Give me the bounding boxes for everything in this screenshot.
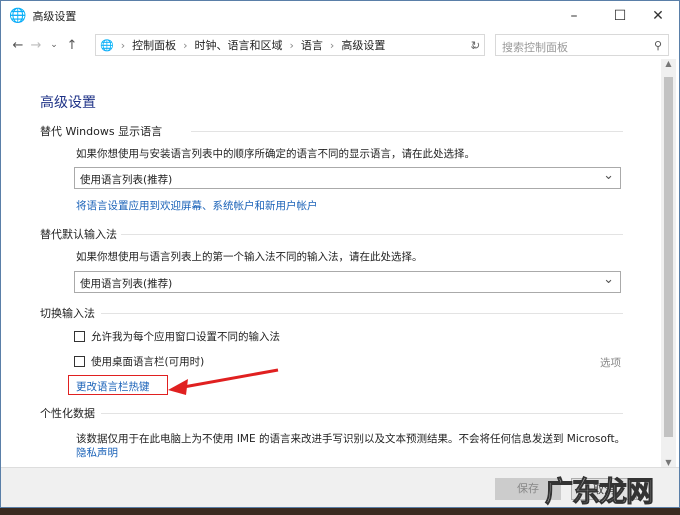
description: 如果你想使用与语言列表上的第一个输入法不同的输入法，请在此处选择。 bbox=[76, 251, 423, 263]
up-icon[interactable]: ↑ bbox=[63, 38, 81, 53]
red-arrow-annotation bbox=[168, 368, 279, 395]
divider bbox=[101, 413, 623, 414]
divider bbox=[121, 234, 623, 235]
checkbox[interactable] bbox=[74, 356, 85, 367]
forward-icon[interactable]: → bbox=[27, 38, 45, 53]
checkbox-label: 允许我为每个应用窗口设置不同的输入法 bbox=[91, 331, 280, 343]
description: 如果你想使用与安装语言列表中的顺序所确定的语言不同的显示语言，请在此处选择。 bbox=[76, 148, 475, 160]
minimize-button[interactable]: – bbox=[551, 1, 597, 31]
content-area: 高级设置 替代 Windows 显示语言 如果你想使用与安装语言列表中的顺序所确… bbox=[1, 59, 663, 467]
search-icon[interactable]: ⚲ bbox=[654, 39, 662, 52]
input-method-select[interactable]: 使用语言列表(推荐) bbox=[74, 271, 621, 293]
close-button[interactable]: ✕ bbox=[635, 1, 680, 31]
refresh-icon[interactable]: ↻ bbox=[471, 39, 480, 52]
divider bbox=[101, 313, 623, 314]
section-heading: 替代 Windows 显示语言 bbox=[40, 125, 163, 138]
window: 🌐 高级设置 – ☐ ✕ ← → ⌄ ↑ 🌐 › 控制面板 › 时钟、语言和区域 › … bbox=[0, 0, 680, 508]
change-hotkey-link[interactable]: 更改语言栏热键 bbox=[76, 379, 150, 394]
breadcrumb-item[interactable]: 语言 bbox=[301, 37, 323, 53]
section-heading: 替代默认输入法 bbox=[40, 228, 117, 241]
back-icon[interactable]: ← bbox=[9, 38, 27, 53]
search-input[interactable]: 搜索控制面板 ⚲ bbox=[495, 34, 669, 56]
display-language-select[interactable]: 使用语言列表(推荐) bbox=[74, 167, 621, 189]
control-panel-icon: 🌐 bbox=[9, 8, 27, 24]
control-panel-icon: 🌐 bbox=[100, 38, 114, 52]
address-bar: ← → ⌄ ↑ 🌐 › 控制面板 › 时钟、语言和区域 › 语言 › 高级设置 ⌄ ↻ … bbox=[1, 32, 679, 58]
breadcrumb-item[interactable]: 时钟、语言和区域 bbox=[195, 37, 283, 53]
breadcrumb-item[interactable]: 控制面板 bbox=[132, 37, 176, 53]
search-placeholder: 搜索控制面板 bbox=[502, 41, 568, 54]
checkbox[interactable] bbox=[74, 331, 85, 342]
page-title: 高级设置 bbox=[40, 95, 96, 111]
per-app-input-checkbox[interactable]: 允许我为每个应用窗口设置不同的输入法 bbox=[74, 329, 280, 344]
breadcrumb-item[interactable]: 高级设置 bbox=[341, 37, 385, 53]
recent-dropdown-icon[interactable]: ⌄ bbox=[45, 40, 63, 50]
scrollbar[interactable]: ▲ ▼ bbox=[661, 59, 676, 467]
divider bbox=[191, 131, 623, 132]
section-heading: 切换输入法 bbox=[40, 307, 95, 320]
breadcrumb[interactable]: 🌐 › 控制面板 › 时钟、语言和区域 › 语言 › 高级设置 ⌄ bbox=[95, 34, 485, 56]
section-heading: 个性化数据 bbox=[40, 407, 95, 420]
window-title: 高级设置 bbox=[32, 10, 77, 23]
apply-settings-link[interactable]: 将语言设置应用到欢迎屏幕、系统帐户和新用户帐户 bbox=[76, 198, 318, 213]
privacy-link[interactable]: 隐私声明 bbox=[76, 445, 118, 460]
scroll-down-icon[interactable]: ▼ bbox=[661, 458, 676, 467]
watermark: 广东龙网 bbox=[544, 475, 654, 509]
scrollbar-thumb[interactable] bbox=[664, 77, 673, 437]
scroll-up-icon[interactable]: ▲ bbox=[661, 59, 676, 68]
options-link[interactable]: 选项 bbox=[600, 355, 621, 370]
description: 该数据仅用于在此电脑上为不使用 IME 的语言来改进手写识别以及文本预测结果。不… bbox=[76, 433, 626, 445]
